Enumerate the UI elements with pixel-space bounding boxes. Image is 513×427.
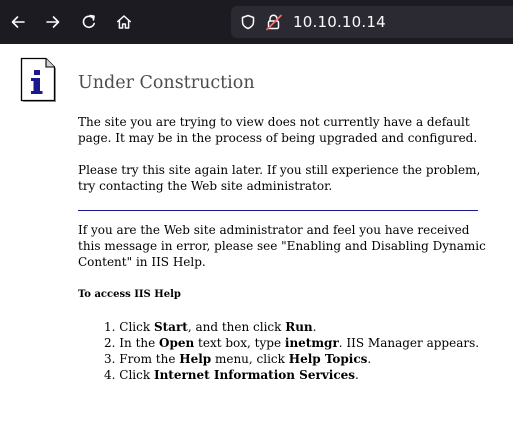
list-item: 2. In the Open text box, type inetmgr. I… bbox=[104, 336, 480, 350]
list-item: 3. From the Help menu, click Help Topics… bbox=[104, 352, 372, 366]
page-content: Under Construction The site you are tryi… bbox=[0, 44, 513, 427]
arrow-left-icon bbox=[10, 14, 26, 30]
info-icon bbox=[20, 57, 56, 102]
help-steps-list: 1. Click Start, and then click Run. 2. I… bbox=[104, 319, 479, 383]
page-title: Under Construction bbox=[78, 73, 255, 93]
paragraph-administrator: If you are the Web site administrator an… bbox=[78, 223, 486, 269]
list-item: 4. Click Internet Information Services. bbox=[104, 368, 359, 382]
forward-button[interactable] bbox=[39, 8, 67, 36]
back-button[interactable] bbox=[4, 8, 32, 36]
browser-toolbar: 10.10.10.14 bbox=[0, 0, 513, 44]
arrow-right-icon bbox=[45, 14, 61, 30]
shield-icon[interactable] bbox=[240, 14, 256, 35]
home-icon bbox=[116, 14, 132, 30]
help-subheading: To access IIS Help bbox=[78, 289, 181, 300]
address-bar[interactable]: 10.10.10.14 bbox=[231, 6, 513, 38]
reload-icon bbox=[81, 14, 97, 30]
insecure-lock-icon[interactable] bbox=[265, 13, 283, 36]
home-button[interactable] bbox=[110, 8, 138, 36]
paragraph-default-page: The site you are trying to view does not… bbox=[78, 115, 478, 145]
horizontal-divider bbox=[78, 210, 478, 211]
list-item: 1. Click Start, and then click Run. bbox=[104, 320, 317, 334]
reload-button[interactable] bbox=[75, 8, 103, 36]
paragraph-try-later: Please try this site again later. If you… bbox=[78, 163, 481, 193]
url-text[interactable]: 10.10.10.14 bbox=[293, 13, 386, 31]
